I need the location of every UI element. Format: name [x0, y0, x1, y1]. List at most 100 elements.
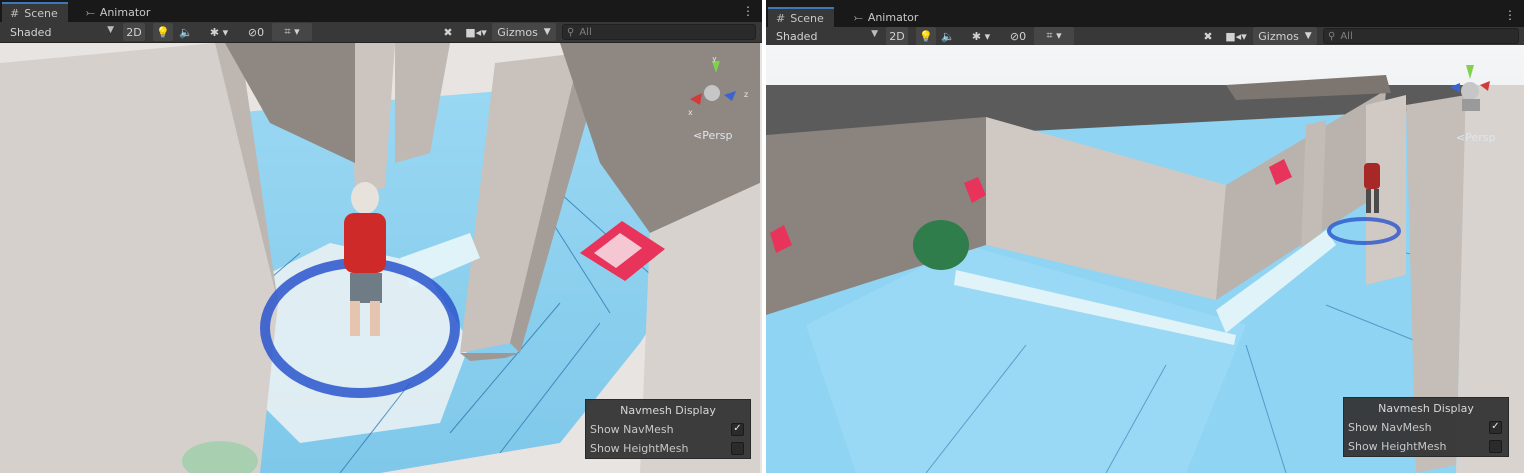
show-navmesh-row[interactable]: Show NavMesh ✓ [1348, 419, 1502, 435]
camera-icon: ■◂▾ [465, 25, 487, 39]
scene-panel-left: # Scene ⤚ Animator ⋮ Shaded ▼ 2D 💡 🔈 ✱ ▾… [0, 0, 762, 473]
hidden-objects-toggle[interactable]: ⊘ 0 [242, 23, 270, 41]
x-axis-cone[interactable] [1480, 81, 1490, 91]
shading-mode-value: Shaded [776, 29, 818, 43]
search-icon: ⚲ [1328, 30, 1336, 42]
tab-scene[interactable]: # Scene [768, 7, 834, 28]
tools-toggle[interactable]: ✖ [438, 23, 458, 41]
show-navmesh-label: Show NavMesh [1348, 420, 1432, 434]
gizmos-label: Gizmos [497, 25, 538, 39]
show-heightmesh-row[interactable]: Show HeightMesh [590, 440, 744, 456]
hidden-count: 0 [1019, 29, 1027, 43]
panel-menu-icon[interactable]: ⋮ [1504, 8, 1516, 22]
tab-animator[interactable]: ⤚ Animator [78, 3, 160, 22]
navmesh-display-title: Navmesh Display [620, 404, 716, 417]
effects-dropdown[interactable]: ✱ ▾ [200, 23, 238, 41]
scene-toolbar: Shaded ▼ 2D 💡 🔈 ✱ ▾ ⊘ 0 ⌗ ▾ ✖ ■◂▾ Gizmos ▼… [0, 22, 762, 43]
tools-icon: ✖ [1203, 29, 1213, 43]
y-axis-label: y [712, 57, 717, 63]
search-placeholder: All [1340, 30, 1353, 42]
animator-icon: ⤚ [854, 10, 863, 24]
show-navmesh-row[interactable]: Show NavMesh ✓ [590, 421, 744, 437]
search-icon: ⚲ [567, 26, 575, 38]
lighting-toggle[interactable]: 💡 [916, 27, 936, 45]
effects-icon: ✱ ▾ [209, 25, 229, 39]
toggle-2d-label: 2D [126, 25, 142, 39]
speaker-icon: 🔈 [179, 25, 193, 39]
tab-scene[interactable]: # Scene [2, 2, 68, 23]
show-heightmesh-checkbox[interactable] [731, 441, 744, 455]
grid-icon: # [10, 7, 20, 20]
shading-mode-dropdown[interactable]: Shaded ▼ [770, 27, 882, 45]
navmesh-display-overlay: Navmesh Display Show NavMesh ✓ Show Heig… [585, 399, 751, 459]
persp-label[interactable]: ⋖Persp [693, 129, 732, 142]
animator-icon: ⤚ [86, 5, 95, 19]
scene-panel-right: # Scene ⤚ Animator ⋮ Shaded ▼ 2D 💡 🔈 ✱ ▾… [766, 0, 1524, 473]
show-heightmesh-label: Show HeightMesh [590, 441, 689, 455]
goal-sphere [913, 220, 969, 270]
hidden-count: 0 [257, 25, 265, 39]
grid-icon: # [776, 12, 786, 25]
show-heightmesh-label: Show HeightMesh [1348, 439, 1447, 453]
show-navmesh-checkbox[interactable]: ✓ [1489, 420, 1502, 434]
chevron-down-icon: ▼ [107, 25, 114, 35]
persp-label[interactable]: ⋖Persp [1456, 131, 1495, 144]
grid-toggle[interactable]: ⌗ ▾ [272, 23, 312, 41]
gizmos-label: Gizmos [1258, 29, 1299, 43]
x-axis-label: x [688, 108, 693, 117]
effects-icon: ✱ ▾ [971, 29, 991, 43]
orientation-gizmo[interactable] [1448, 61, 1518, 141]
search-input[interactable]: ⚲ All [562, 24, 756, 40]
persp-icon: ⋖ [693, 129, 703, 142]
toggle-2d-label: 2D [889, 29, 905, 43]
z-axis-cone[interactable] [1450, 83, 1460, 93]
scene-toolbar: Shaded ▼ 2D 💡 🔈 ✱ ▾ ⊘ 0 ⌗ ▾ ✖ ■◂▾ Gizmos ▼… [766, 27, 1524, 46]
chevron-down-icon: ▼ [871, 29, 878, 39]
speaker-icon: 🔈 [941, 29, 955, 43]
show-navmesh-label: Show NavMesh [590, 422, 674, 436]
chevron-down-icon: ▼ [543, 27, 551, 37]
effects-dropdown[interactable]: ✱ ▾ [962, 27, 1000, 45]
camera-dropdown[interactable]: ■◂▾ [1222, 27, 1250, 45]
search-input[interactable]: ⚲ All [1323, 28, 1519, 44]
tab-bar: # Scene ⤚ Animator ⋮ [766, 0, 1524, 28]
show-navmesh-checkbox[interactable]: ✓ [731, 422, 744, 436]
camera-dropdown[interactable]: ■◂▾ [462, 23, 490, 41]
show-heightmesh-checkbox[interactable] [1489, 439, 1502, 453]
persp-icon: ⋖ [1456, 131, 1466, 144]
scene-viewport[interactable]: ⋖Persp Navmesh Display Show NavMesh ✓ Sh… [766, 45, 1524, 473]
tools-icon: ✖ [443, 25, 453, 39]
shading-mode-value: Shaded [10, 25, 52, 39]
tab-scene-label: Scene [24, 7, 58, 20]
x-axis-cone[interactable] [690, 93, 702, 105]
tab-animator[interactable]: ⤚ Animator [846, 8, 928, 27]
tab-bar: # Scene ⤚ Animator ⋮ [0, 0, 762, 23]
tab-animator-label: Animator [99, 6, 151, 19]
grid-icon: ⌗ ▾ [1046, 29, 1062, 42]
grid-icon: ⌗ ▾ [284, 25, 300, 38]
y-axis-cone[interactable] [1466, 65, 1474, 79]
camera-icon: ■◂▾ [1225, 29, 1247, 43]
z-axis-cone[interactable] [724, 91, 736, 101]
scene-viewport[interactable]: y z x ⋖Persp Navmesh Display Show NavMes… [0, 43, 762, 473]
orientation-gizmo[interactable]: y z x [684, 57, 754, 137]
toggle-2d-button[interactable]: 2D [886, 27, 908, 45]
grid-toggle[interactable]: ⌗ ▾ [1034, 27, 1074, 45]
tools-toggle[interactable]: ✖ [1198, 27, 1218, 45]
audio-toggle[interactable]: 🔈 [176, 23, 196, 41]
gizmos-dropdown[interactable]: Gizmos ▼ [492, 23, 556, 41]
panel-menu-icon[interactable]: ⋮ [742, 4, 754, 18]
eye-slash-icon: ⊘ [247, 25, 258, 39]
tab-animator-label: Animator [867, 11, 919, 24]
lighting-toggle[interactable]: 💡 [153, 23, 173, 41]
navmesh-display-overlay: Navmesh Display Show NavMesh ✓ Show Heig… [1343, 397, 1509, 457]
show-heightmesh-row[interactable]: Show HeightMesh [1348, 438, 1502, 454]
toggle-2d-button[interactable]: 2D [123, 23, 145, 41]
shading-mode-dropdown[interactable]: Shaded ▼ [4, 23, 118, 41]
gizmos-dropdown[interactable]: Gizmos ▼ [1253, 27, 1317, 45]
hidden-objects-toggle[interactable]: ⊘ 0 [1004, 27, 1032, 45]
wall [1366, 95, 1406, 285]
z-axis-label: z [744, 90, 748, 99]
persp-text: Persp [702, 129, 733, 142]
audio-toggle[interactable]: 🔈 [938, 27, 958, 45]
